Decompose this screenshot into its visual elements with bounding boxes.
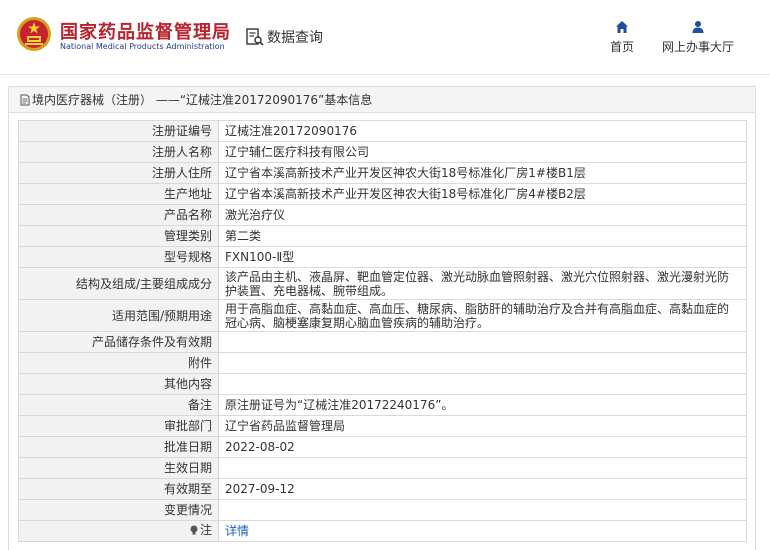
row-label: 注册证编号: [18, 120, 219, 142]
row-value: 用于高脂血症、高黏血症、高血压、糖尿病、脂肪肝的辅助治疗及合并有高脂血症、高黏血…: [218, 299, 747, 332]
table-row: 批准日期 2022-08-02: [18, 436, 747, 458]
table-row: 其他内容: [18, 373, 747, 395]
brand-title-en: National Medical Products Administration: [60, 42, 225, 51]
nav-home[interactable]: 首页: [606, 20, 638, 55]
brand-title-cn: 国家药品监督管理局: [60, 22, 231, 43]
table-row: 适用范围/预期用途 用于高脂血症、高黏血症、高血压、糖尿病、脂肪肝的辅助治疗及合并…: [18, 299, 747, 332]
row-value: 激光治疗仪: [218, 204, 747, 226]
details-link[interactable]: 详情: [225, 524, 249, 538]
row-label: 生效日期: [18, 457, 219, 479]
row-value: 辽械注准20172090176: [218, 120, 747, 142]
row-value: 辽宁省本溪高新技术产业开发区神农大街18号标准化厂房4#楼B2层: [218, 183, 747, 205]
row-label: 附件: [18, 352, 219, 374]
table-row: 型号规格 FXN100-Ⅱ型: [18, 246, 747, 268]
table-row: 注册人名称 辽宁辅仁医疗科技有限公司: [18, 141, 747, 163]
row-value: [218, 352, 747, 374]
table-row: 备注 原注册证号为“辽械注准20172240176”。: [18, 394, 747, 416]
row-label: 注册人住所: [18, 162, 219, 184]
row-label: 注册人名称: [18, 141, 219, 163]
table-row: 附件: [18, 352, 747, 374]
nav-home-label: 首页: [609, 40, 634, 54]
registration-info-table: 注册证编号 辽械注准20172090176 注册人名称 辽宁辅仁医疗科技有限公司 注…: [18, 120, 747, 542]
table-row: 审批部门 辽宁省药品监督管理局: [18, 415, 747, 437]
table-row: 注册证编号 辽械注准20172090176: [18, 120, 747, 142]
row-label: 产品储存条件及有效期: [18, 331, 219, 353]
row-value: [218, 331, 747, 353]
lightbulb-icon: [190, 525, 198, 535]
document-search-icon: [246, 28, 264, 46]
row-label: 结构及组成/主要组成成分: [18, 267, 219, 300]
row-label: 批准日期: [18, 436, 219, 458]
row-label: 备注: [18, 394, 219, 416]
row-value: 2027-09-12: [218, 478, 747, 500]
row-label: 产品名称: [18, 204, 219, 226]
table-row: 注册人住所 辽宁省本溪高新技术产业开发区神农大街18号标准化厂房1#楼B1层: [18, 162, 747, 184]
table-row: 产品名称 激光治疗仪: [18, 204, 747, 226]
row-value: [218, 373, 747, 395]
table-row: 变更情况: [18, 499, 747, 521]
note-label-text: 注: [199, 523, 212, 538]
user-icon: [692, 21, 704, 33]
row-value: FXN100-Ⅱ型: [218, 246, 747, 268]
document-icon: [20, 94, 30, 105]
data-query-label: 数据查询: [267, 30, 323, 46]
row-value: 该产品由主机、液晶屏、靶血管定位器、激光动脉血管照射器、激光穴位照射器、激光漫射…: [218, 267, 747, 300]
row-label: 有效期至: [18, 478, 219, 500]
nav-online-hall[interactable]: 网上办事大厅: [658, 20, 738, 55]
table-row: 有效期至 2027-09-12: [18, 478, 747, 500]
row-label: 适用范围/预期用途: [18, 299, 219, 332]
table-row: 产品储存条件及有效期: [18, 331, 747, 353]
table-row-note: 注 详情: [18, 520, 747, 542]
row-label: 其他内容: [18, 373, 219, 395]
row-label: 型号规格: [18, 246, 219, 268]
row-value: 辽宁省本溪高新技术产业开发区神农大街18号标准化厂房1#楼B1层: [218, 162, 747, 184]
row-value: 辽宁辅仁医疗科技有限公司: [218, 141, 747, 163]
note-label: 注: [189, 523, 212, 537]
site-header: 国家药品监督管理局 National Medical Products Admi…: [0, 0, 770, 75]
table-row: 生效日期: [18, 457, 747, 479]
row-label: 生产地址: [18, 183, 219, 205]
row-value: 辽宁省药品监督管理局: [218, 415, 747, 437]
row-value: [218, 499, 747, 521]
note-value-cell: 详情: [218, 520, 747, 542]
row-label: 审批部门: [18, 415, 219, 437]
panel-title: 境内医疗器械（注册） ——“辽械注准20172090176”基本信息: [9, 87, 755, 113]
home-icon: [616, 21, 628, 33]
row-value: 第二类: [218, 225, 747, 247]
row-value: 原注册证号为“辽械注准20172240176”。: [218, 394, 747, 416]
national-emblem-icon: [17, 17, 51, 51]
row-label: 管理类别: [18, 225, 219, 247]
note-label-cell: 注: [18, 520, 219, 542]
data-query-link[interactable]: 数据查询: [245, 27, 323, 47]
panel-title-text: 境内医疗器械（注册） ——“辽械注准20172090176”基本信息: [32, 93, 373, 107]
row-value: 2022-08-02: [218, 436, 747, 458]
table-row: 生产地址 辽宁省本溪高新技术产业开发区神农大街18号标准化厂房4#楼B2层: [18, 183, 747, 205]
detail-panel: 境内医疗器械（注册） ——“辽械注准20172090176”基本信息 注册证编号…: [8, 86, 756, 550]
row-value: [218, 457, 747, 479]
row-label: 变更情况: [18, 499, 219, 521]
table-row: 结构及组成/主要组成成分 该产品由主机、液晶屏、靶血管定位器、激光动脉血管照射器、…: [18, 267, 747, 300]
nav-online-hall-label: 网上办事大厅: [661, 40, 734, 54]
table-row: 管理类别 第二类: [18, 225, 747, 247]
